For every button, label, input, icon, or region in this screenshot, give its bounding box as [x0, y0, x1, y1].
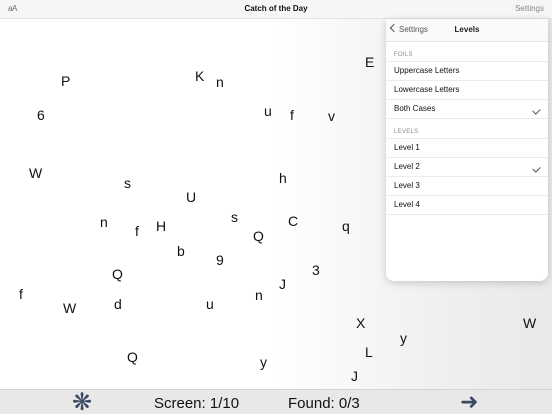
levels-section-heading: LEVELS	[394, 129, 419, 135]
letter-tile[interactable]: C	[288, 214, 298, 228]
letter-tile[interactable]: n	[100, 215, 108, 229]
letter-tile[interactable]: f	[135, 224, 139, 238]
found-counter: Found: 0/3	[288, 395, 360, 412]
letter-tile[interactable]: L	[365, 345, 373, 359]
level-option-2[interactable]: Level 2	[386, 157, 548, 176]
option-label: Uppercase Letters	[394, 66, 460, 75]
letter-tile[interactable]: f	[19, 287, 23, 301]
letter-tile[interactable]: s	[124, 176, 131, 190]
letter-tile[interactable]: W	[63, 301, 76, 315]
letter-tile[interactable]: Q	[253, 229, 264, 243]
bottom-bar: ❋ Screen: 1/10 Found: 0/3 ➜	[0, 389, 552, 415]
letter-tile[interactable]: W	[523, 316, 536, 330]
letter-tile[interactable]: Q	[127, 350, 138, 364]
level-option-3[interactable]: Level 3	[386, 176, 548, 195]
letter-tile[interactable]: u	[264, 104, 272, 118]
letter-tile[interactable]: q	[342, 219, 350, 233]
option-label: Level 3	[394, 181, 420, 190]
letter-tile[interactable]: E	[365, 55, 374, 69]
level-option-4[interactable]: Level 4	[386, 195, 548, 215]
option-label: Level 2	[394, 162, 420, 171]
letter-tile[interactable]: v	[328, 109, 335, 123]
option-label: Lowercase Letters	[394, 85, 460, 94]
letter-tile[interactable]: f	[290, 108, 294, 122]
foil-option-both-cases[interactable]: Both Cases	[386, 99, 548, 119]
level-option-1[interactable]: Level 1	[386, 138, 548, 157]
letter-tile[interactable]: U	[186, 190, 196, 204]
letter-tile[interactable]: 3	[312, 263, 320, 277]
letter-tile[interactable]: 9	[216, 253, 224, 267]
settings-button[interactable]: Settings	[515, 4, 544, 13]
popover-header: Settings Levels	[386, 19, 548, 42]
letter-tile[interactable]: J	[351, 369, 358, 383]
checkmark-icon	[532, 106, 541, 115]
letter-tile[interactable]: P	[61, 74, 70, 88]
letter-tile[interactable]: s	[231, 210, 238, 224]
checkmark-icon	[532, 164, 541, 173]
top-bar: aA Catch of the Day Settings	[0, 0, 552, 19]
letter-tile[interactable]: J	[279, 277, 286, 291]
levels-list: Level 1 Level 2 Level 3 Level 4	[386, 138, 548, 215]
letter-tile[interactable]: h	[279, 171, 287, 185]
screen-counter: Screen: 1/10	[154, 395, 240, 412]
asterisk-icon[interactable]: ❋	[72, 390, 92, 415]
letter-tile[interactable]: W	[29, 166, 42, 180]
popover-title: Levels	[454, 25, 480, 34]
foil-option-uppercase[interactable]: Uppercase Letters	[386, 61, 548, 80]
option-label: Level 1	[394, 143, 420, 152]
letter-tile[interactable]: u	[206, 297, 214, 311]
letter-tile[interactable]: y	[260, 355, 267, 369]
letter-tile[interactable]: n	[255, 288, 263, 302]
option-label: Both Cases	[394, 104, 436, 113]
option-label: Level 4	[394, 200, 420, 209]
letter-tile[interactable]: 6	[37, 108, 45, 122]
foils-list: Uppercase Letters Lowercase Letters Both…	[386, 61, 548, 119]
letter-tile[interactable]: d	[114, 297, 122, 311]
foil-option-lowercase[interactable]: Lowercase Letters	[386, 80, 548, 99]
letter-tile[interactable]: b	[177, 244, 185, 258]
right-arrow-icon[interactable]: ➜	[460, 391, 478, 413]
levels-popover: Settings Levels FOILS Uppercase Letters …	[386, 19, 548, 281]
letter-tile[interactable]: K	[195, 69, 204, 83]
letter-tile[interactable]: n	[216, 75, 224, 89]
app-title: Catch of the Day	[244, 4, 308, 13]
letter-tile[interactable]: H	[156, 219, 166, 233]
letter-tile[interactable]: y	[400, 331, 407, 345]
foils-section-heading: FOILS	[394, 52, 413, 58]
letter-tile[interactable]: Q	[112, 267, 123, 281]
letter-tile[interactable]: X	[356, 316, 365, 330]
